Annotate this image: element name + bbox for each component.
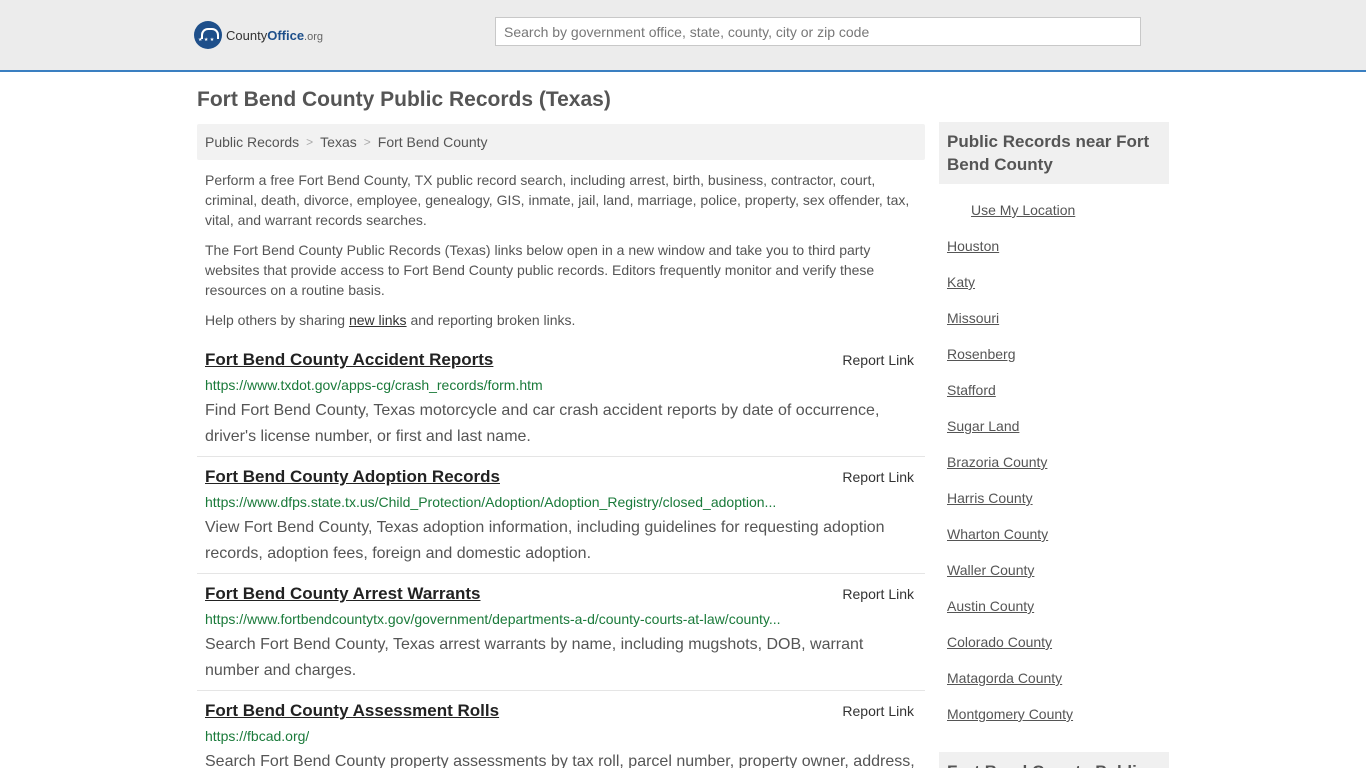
sidebar-link-waller-county[interactable]: Waller County <box>947 562 1034 578</box>
logo-text: CountyOffice.org <box>226 28 323 43</box>
intro-paragraph-3: Help others by sharing new links and rep… <box>205 310 917 330</box>
sidebar-link-stafford[interactable]: Stafford <box>947 382 996 398</box>
record-url: https://www.dfps.state.tx.us/Child_Prote… <box>205 494 777 510</box>
report-link[interactable]: Report Link <box>842 352 914 368</box>
sidebar-link-katy[interactable]: Katy <box>947 274 975 290</box>
breadcrumb-separator: > <box>306 135 314 149</box>
sidebar-link-austin-county[interactable]: Austin County <box>947 598 1034 614</box>
sidebar-link-brazoria-county[interactable]: Brazoria County <box>947 454 1047 470</box>
breadcrumb-public-records[interactable]: Public Records <box>205 134 299 150</box>
record-description: Search Fort Bend County property assessm… <box>205 753 915 768</box>
intro-text: Help others by sharing <box>205 312 349 328</box>
record-description: Find Fort Bend County, Texas motorcycle … <box>205 402 880 445</box>
record-item: Fort Bend County Arrest Warrants Report … <box>197 584 925 691</box>
record-item: Fort Bend County Adoption Records Report… <box>197 467 925 574</box>
record-item: Fort Bend County Assessment Rolls Report… <box>197 701 925 768</box>
record-title-link[interactable]: Fort Bend County Adoption Records <box>205 467 500 487</box>
sidebar-link-matagorda-county[interactable]: Matagorda County <box>947 670 1062 686</box>
site-header: CountyOffice.org <box>0 0 1366 72</box>
report-link[interactable]: Report Link <box>842 703 914 719</box>
county-office-logo-icon <box>194 21 222 49</box>
record-title-link[interactable]: Fort Bend County Accident Reports <box>205 350 493 370</box>
record-url: https://fbcad.org/ <box>205 728 310 744</box>
search-input[interactable] <box>495 17 1141 46</box>
record-url: https://www.fortbendcountytx.gov/governm… <box>205 611 781 627</box>
breadcrumb-texas[interactable]: Texas <box>320 134 357 150</box>
record-item: Fort Bend County Accident Reports Report… <box>197 350 925 457</box>
sidebar-link-houston[interactable]: Houston <box>947 238 999 254</box>
sidebar-heading-2: Fort Bend County Public <box>939 752 1169 768</box>
logo-office: Office <box>267 27 305 43</box>
record-title-link[interactable]: Fort Bend County Arrest Warrants <box>205 584 481 604</box>
breadcrumb: Public Records > Texas > Fort Bend Count… <box>197 124 925 160</box>
sidebar-link-sugar-land[interactable]: Sugar Land <box>947 418 1019 434</box>
sidebar-link-montgomery-county[interactable]: Montgomery County <box>947 706 1073 722</box>
sidebar-link-rosenberg[interactable]: Rosenberg <box>947 346 1016 362</box>
intro-paragraph-1: Perform a free Fort Bend County, TX publ… <box>205 172 910 228</box>
record-title-link[interactable]: Fort Bend County Assessment Rolls <box>205 701 499 721</box>
record-url: https://www.txdot.gov/apps-cg/crash_reco… <box>205 377 543 393</box>
logo-county: County <box>226 27 268 43</box>
report-link[interactable]: Report Link <box>842 586 914 602</box>
new-links-link[interactable]: new links <box>349 312 407 328</box>
intro-paragraph-2: The Fort Bend County Public Records (Tex… <box>205 242 875 298</box>
page-title: Fort Bend County Public Records (Texas) <box>197 88 611 111</box>
logo-tld: .org <box>304 30 324 43</box>
sidebar-link-harris-county[interactable]: Harris County <box>947 490 1033 506</box>
sidebar-link-missouri[interactable]: Missouri <box>947 310 999 326</box>
record-description: View Fort Bend County, Texas adoption in… <box>205 519 885 562</box>
intro-text: and reporting broken links. <box>406 312 576 328</box>
sidebar-link-wharton-county[interactable]: Wharton County <box>947 526 1048 542</box>
site-logo[interactable]: CountyOffice.org <box>194 20 323 50</box>
breadcrumb-separator: > <box>363 135 371 149</box>
report-link[interactable]: Report Link <box>842 469 914 485</box>
sidebar-link-colorado-county[interactable]: Colorado County <box>947 634 1052 650</box>
breadcrumb-fort-bend-county[interactable]: Fort Bend County <box>378 134 488 150</box>
sidebar-heading: Public Records near Fort Bend County <box>939 122 1169 184</box>
record-description: Search Fort Bend County, Texas arrest wa… <box>205 636 864 679</box>
use-my-location-link[interactable]: Use My Location <box>971 202 1075 218</box>
